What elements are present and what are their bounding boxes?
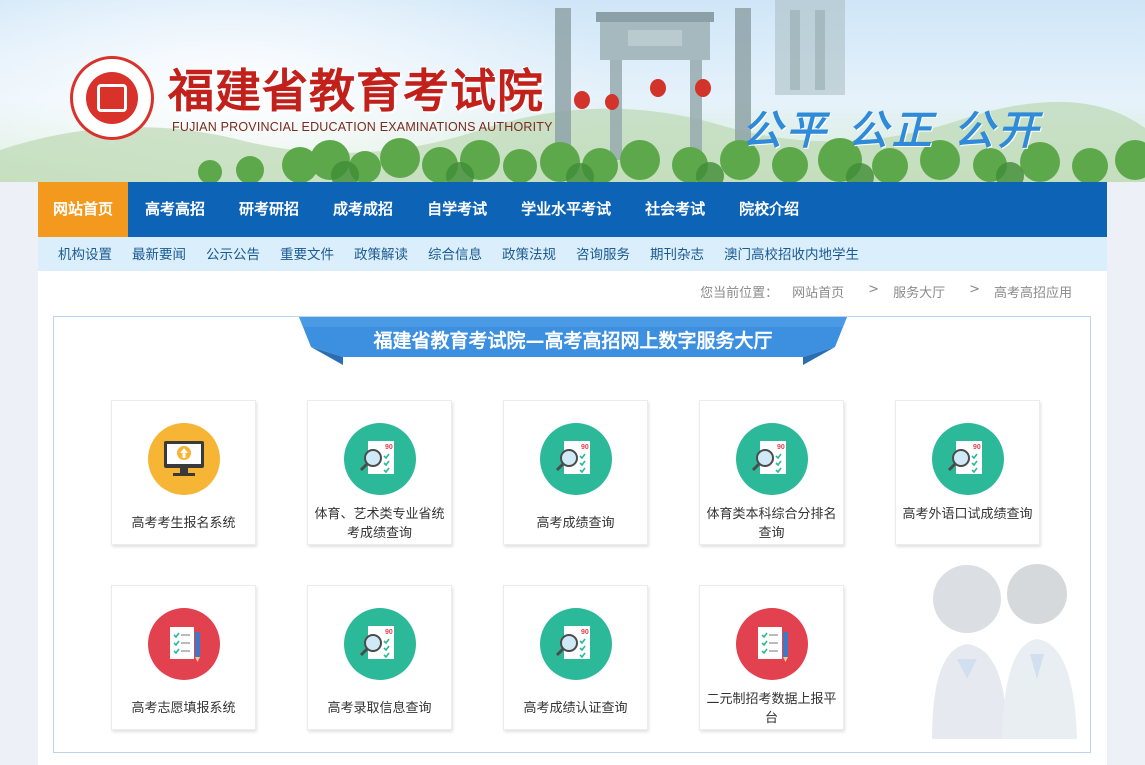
score-search-icon: 90	[540, 608, 612, 680]
main-nav-home[interactable]: 网站首页	[38, 182, 129, 237]
service-card-registration[interactable]: 高考考生报名系统	[111, 400, 256, 545]
sub-nav-news[interactable]: 最新要闻	[122, 237, 196, 271]
svg-text:90: 90	[385, 629, 393, 636]
logo-emblem	[86, 72, 138, 124]
sub-nav-documents[interactable]: 重要文件	[270, 237, 344, 271]
checklist-pencil-icon	[736, 608, 808, 680]
service-card-dual-system-data[interactable]: 二元制招考数据上报平台	[699, 585, 844, 730]
main-nav-graduate-exam[interactable]: 研考研招	[222, 182, 316, 237]
header-banner: 福建省教育考试院 FUJIAN PROVINCIAL EDUCATION EXA…	[0, 0, 1145, 182]
svg-text:90: 90	[581, 444, 589, 451]
service-card-label: 高考考生报名系统	[131, 516, 236, 531]
site-title: 福建省教育考试院	[168, 64, 544, 118]
breadcrumb: 您当前位置： 网站首页 > 服务大厅 > 高考高招应用	[686, 282, 1072, 301]
score-search-icon: 90	[344, 608, 416, 680]
sub-nav-policy-interpretation[interactable]: 政策解读	[344, 237, 418, 271]
sub-nav-macau-admissions[interactable]: 澳门高校招收内地学生	[714, 237, 869, 271]
service-card-admission-info[interactable]: 90 高考录取信息查询	[307, 585, 452, 730]
main-nav-proficiency-test[interactable]: 学业水平考试	[504, 182, 628, 237]
service-card-label: 高考录取信息查询	[327, 701, 432, 716]
breadcrumb-prefix: 您当前位置：	[700, 286, 779, 301]
sub-nav-general-info[interactable]: 综合信息	[418, 237, 492, 271]
svg-text:90: 90	[777, 444, 785, 451]
service-card-label: 高考外语口试成绩查询	[902, 507, 1033, 522]
site-subtitle-en: FUJIAN PROVINCIAL EDUCATION EXAMINATIONS…	[172, 120, 553, 134]
svg-text:90: 90	[385, 444, 393, 451]
breadcrumb-current: 高考高招应用	[993, 286, 1072, 301]
main-nav-schools[interactable]: 院校介绍	[722, 182, 816, 237]
breadcrumb-home[interactable]: 网站首页	[792, 282, 844, 301]
service-card-oral-english-scores[interactable]: 90 高考外语口试成绩查询	[895, 400, 1040, 545]
sub-nav-regulations[interactable]: 政策法规	[492, 237, 566, 271]
sub-nav-journals[interactable]: 期刊杂志	[640, 237, 714, 271]
sub-nav: 机构设置 最新要闻 公示公告 重要文件 政策解读 综合信息 政策法规 咨询服务 …	[38, 237, 1107, 271]
service-card-application-system[interactable]: 高考志愿填报系统	[111, 585, 256, 730]
breadcrumb-separator: >	[969, 282, 980, 297]
service-card-label: 体育类本科综合分排名查询	[706, 507, 837, 541]
service-card-label: 高考成绩认证查询	[523, 701, 628, 716]
score-search-icon: 90	[540, 423, 612, 495]
main-nav-social-exam[interactable]: 社会考试	[628, 182, 722, 237]
svg-text:90: 90	[973, 444, 981, 451]
sub-nav-consulting[interactable]: 咨询服务	[566, 237, 640, 271]
breadcrumb-service-hall[interactable]: 服务大厅	[893, 282, 945, 301]
service-card-sports-ranking[interactable]: 90 体育类本科综合分排名查询	[699, 400, 844, 545]
content-area: 您当前位置： 网站首页 > 服务大厅 > 高考高招应用 福建省教育考试院—高考高…	[38, 271, 1107, 765]
breadcrumb-separator: >	[868, 282, 880, 297]
sub-nav-organization[interactable]: 机构设置	[48, 237, 122, 271]
computer-upload-icon	[148, 423, 220, 495]
service-card-label: 高考成绩查询	[536, 516, 615, 531]
slogan: 公平 公正 公开	[742, 107, 1042, 154]
authority-logo[interactable]	[70, 56, 154, 140]
score-search-icon: 90	[736, 423, 808, 495]
panel-title-ribbon: 福建省教育考试院—高考高招网上数字服务大厅	[299, 317, 847, 365]
service-card-label: 体育、艺术类专业省统考成绩查询	[314, 507, 445, 541]
panel-title: 福建省教育考试院—高考高招网上数字服务大厅	[373, 330, 773, 352]
customer-service-illustration	[932, 564, 1077, 739]
service-card-gaokao-scores[interactable]: 90 高考成绩查询	[503, 400, 648, 545]
main-nav-adult-exam[interactable]: 成考成招	[316, 182, 410, 237]
svg-text:90: 90	[581, 629, 589, 636]
service-card-score-certification[interactable]: 90 高考成绩认证查询	[503, 585, 648, 730]
service-card-label: 高考志愿填报系统	[131, 701, 236, 716]
sub-nav-announcements[interactable]: 公示公告	[196, 237, 270, 271]
service-card-arts-sports-scores[interactable]: 90 体育、艺术类专业省统考成绩查询	[307, 400, 452, 545]
score-search-icon: 90	[932, 423, 1004, 495]
score-search-icon: 90	[344, 423, 416, 495]
service-card-label: 二元制招考数据上报平台	[706, 692, 837, 726]
checklist-pencil-icon	[148, 608, 220, 680]
main-nav: 网站首页 高考高招 研考研招 成考成招 自学考试 学业水平考试 社会考试 院校介…	[38, 182, 1107, 237]
main-nav-self-study[interactable]: 自学考试	[410, 182, 504, 237]
main-nav-gaokao[interactable]: 高考高招	[128, 182, 222, 237]
